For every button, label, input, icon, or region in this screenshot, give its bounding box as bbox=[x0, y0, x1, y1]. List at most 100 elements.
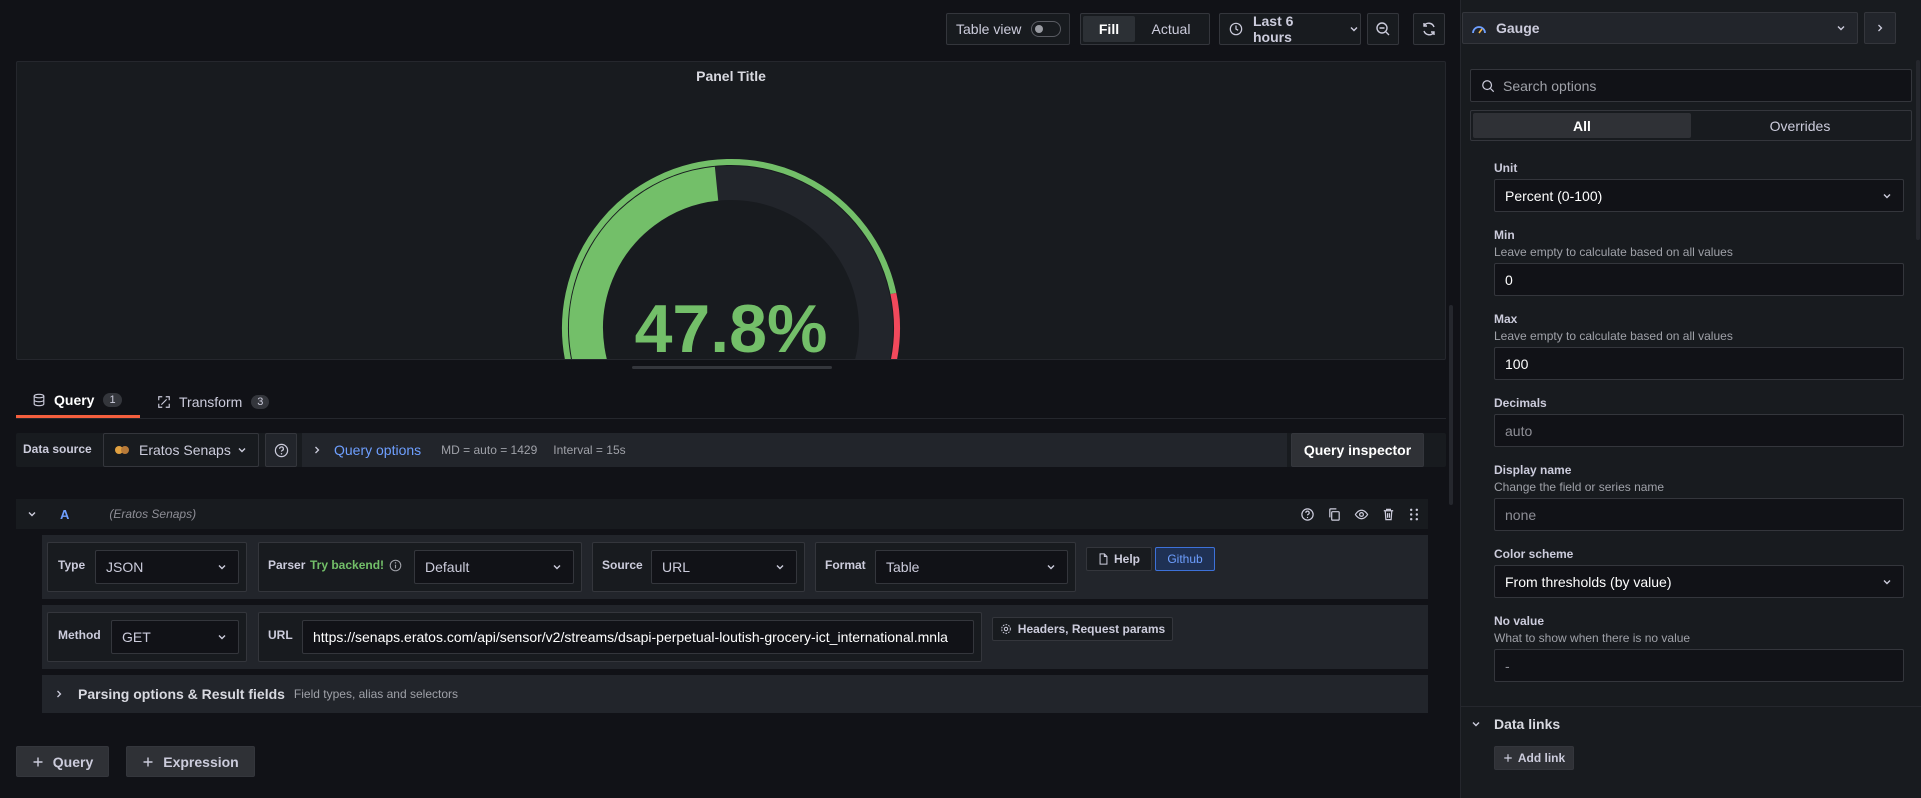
display-name-description: Change the field or series name bbox=[1494, 480, 1665, 494]
collapse-options-button[interactable] bbox=[1864, 12, 1896, 44]
options-pane: Gauge Search options All Overrides Unit … bbox=[1460, 0, 1921, 798]
table-view-label: Table view bbox=[956, 21, 1022, 37]
chevron-down-icon bbox=[1837, 26, 1845, 31]
min-description: Leave empty to calculate based on all va… bbox=[1494, 245, 1733, 259]
tab-query[interactable]: Query 1 bbox=[16, 385, 140, 418]
plus-icon bbox=[143, 757, 153, 766]
datasource-picker[interactable]: Eratos Senaps bbox=[103, 433, 259, 467]
type-label: Type bbox=[58, 558, 86, 572]
plus-icon bbox=[1504, 754, 1512, 762]
method-select[interactable]: GET bbox=[111, 620, 239, 654]
display-name-label: Display name bbox=[1494, 463, 1572, 477]
parsing-options-label: Parsing options & Result fields bbox=[78, 686, 285, 702]
add-expression-button[interactable]: Expression bbox=[126, 746, 255, 777]
info-circle-icon bbox=[389, 559, 402, 572]
source-label: Source bbox=[602, 558, 643, 572]
options-scrollbar[interactable] bbox=[1916, 60, 1920, 240]
query-options-label: Query options bbox=[334, 442, 422, 458]
md-info: MD = auto = 1429 bbox=[441, 443, 538, 457]
headers-request-params-button[interactable]: Headers, Request params bbox=[992, 617, 1173, 641]
plus-icon bbox=[33, 757, 43, 766]
editor-scrollbar[interactable] bbox=[1449, 305, 1453, 505]
url-label: URL bbox=[268, 628, 293, 642]
chevron-right-icon bbox=[57, 690, 62, 698]
transform-icon bbox=[158, 395, 170, 408]
tab-transform[interactable]: Transform 3 bbox=[157, 385, 287, 418]
chevron-right-icon bbox=[315, 446, 320, 454]
type-select[interactable]: JSON bbox=[95, 550, 239, 584]
max-input[interactable]: 100 bbox=[1494, 347, 1904, 380]
chevron-down-icon[interactable] bbox=[26, 508, 38, 520]
source-select[interactable]: URL bbox=[651, 550, 797, 584]
tabs-divider bbox=[16, 418, 1446, 419]
interval-info: Interval = 15s bbox=[553, 443, 626, 457]
add-query-button[interactable]: Query bbox=[16, 746, 109, 777]
table-view-toggle[interactable]: Table view bbox=[946, 13, 1070, 45]
chevron-down-icon bbox=[553, 565, 561, 570]
max-label: Max bbox=[1494, 312, 1518, 326]
actual-option[interactable]: Actual bbox=[1135, 16, 1207, 42]
panel-preview: Panel Title 47.8% bbox=[16, 61, 1446, 360]
tab-all[interactable]: All bbox=[1473, 113, 1691, 138]
max-description: Leave empty to calculate based on all va… bbox=[1494, 329, 1733, 343]
add-link-button[interactable]: Add link bbox=[1494, 746, 1574, 770]
decimals-input[interactable]: auto bbox=[1494, 414, 1904, 447]
query-inspector-button[interactable]: Query inspector bbox=[1291, 433, 1424, 467]
help-icon[interactable] bbox=[1300, 507, 1315, 522]
format-select[interactable]: Table bbox=[875, 550, 1068, 584]
chevron-down-icon bbox=[218, 565, 226, 570]
query-options-toggle[interactable]: Query options MD = auto = 1429 Interval … bbox=[302, 433, 1287, 467]
gauge-chart: 47.8% bbox=[561, 159, 900, 359]
toggle-switch[interactable] bbox=[1031, 21, 1062, 37]
query-datasource-name: (Eratos Senaps) bbox=[109, 507, 197, 521]
no-value-label: No value bbox=[1494, 614, 1545, 628]
fill-option[interactable]: Fill bbox=[1083, 16, 1135, 42]
chevron-down-icon bbox=[1883, 579, 1891, 584]
refresh-button[interactable] bbox=[1413, 13, 1445, 45]
eratos-logo-icon bbox=[115, 446, 129, 454]
drag-handle-icon[interactable] bbox=[1408, 507, 1420, 522]
datasource-help-button[interactable] bbox=[265, 433, 297, 467]
url-input[interactable]: https://senaps.eratos.com/api/sensor/v2/… bbox=[302, 620, 974, 654]
min-input[interactable]: 0 bbox=[1494, 263, 1904, 296]
chevron-down-icon bbox=[1883, 193, 1891, 198]
fill-actual-group: Fill Actual bbox=[1080, 13, 1210, 45]
format-label: Format bbox=[825, 558, 866, 572]
gear-icon bbox=[1000, 624, 1011, 634]
display-name-input[interactable]: none bbox=[1494, 498, 1904, 531]
unit-select[interactable]: Percent (0-100) bbox=[1494, 179, 1904, 212]
data-links-section-header[interactable]: Data links bbox=[1470, 713, 1912, 735]
duplicate-icon[interactable] bbox=[1327, 507, 1342, 522]
search-icon bbox=[1482, 79, 1495, 92]
parser-select[interactable]: Default bbox=[414, 550, 574, 584]
no-value-input[interactable]: - bbox=[1494, 649, 1904, 682]
parsing-options-toggle[interactable]: Parsing options & Result fields Field ty… bbox=[42, 675, 1428, 713]
query-row-actions bbox=[1300, 507, 1420, 522]
query-ref-id[interactable]: A bbox=[60, 507, 69, 522]
chevron-down-icon bbox=[1047, 565, 1055, 570]
color-scheme-select[interactable]: From thresholds (by value) bbox=[1494, 565, 1904, 598]
resize-handle[interactable] bbox=[632, 366, 832, 369]
parser-hint[interactable]: Try backend! bbox=[310, 558, 384, 572]
decimals-label: Decimals bbox=[1494, 396, 1547, 410]
tab-overrides[interactable]: Overrides bbox=[1691, 113, 1909, 138]
chevron-down-icon bbox=[776, 565, 784, 570]
datasource-label: Data source bbox=[23, 442, 92, 456]
zoom-out-icon bbox=[1376, 22, 1390, 36]
chevron-down-icon bbox=[1350, 27, 1358, 32]
query-row-header[interactable]: A (Eratos Senaps) bbox=[16, 499, 1428, 529]
visualization-picker[interactable]: Gauge bbox=[1462, 12, 1858, 44]
time-range-picker[interactable]: Last 6 hours bbox=[1219, 13, 1361, 45]
parser-label: Parser bbox=[268, 558, 306, 572]
eye-icon[interactable] bbox=[1354, 507, 1369, 522]
zoom-out-button[interactable] bbox=[1367, 13, 1399, 45]
chevron-right-icon bbox=[1878, 24, 1883, 32]
github-button[interactable]: Github bbox=[1155, 547, 1215, 571]
parsing-options-desc: Field types, alias and selectors bbox=[293, 687, 459, 701]
search-options-input[interactable]: Search options bbox=[1470, 69, 1912, 102]
section-divider bbox=[1461, 706, 1921, 707]
unit-label: Unit bbox=[1494, 161, 1518, 175]
help-button[interactable]: Help bbox=[1086, 547, 1152, 571]
chevron-down-icon bbox=[1472, 722, 1480, 727]
trash-icon[interactable] bbox=[1381, 507, 1396, 522]
